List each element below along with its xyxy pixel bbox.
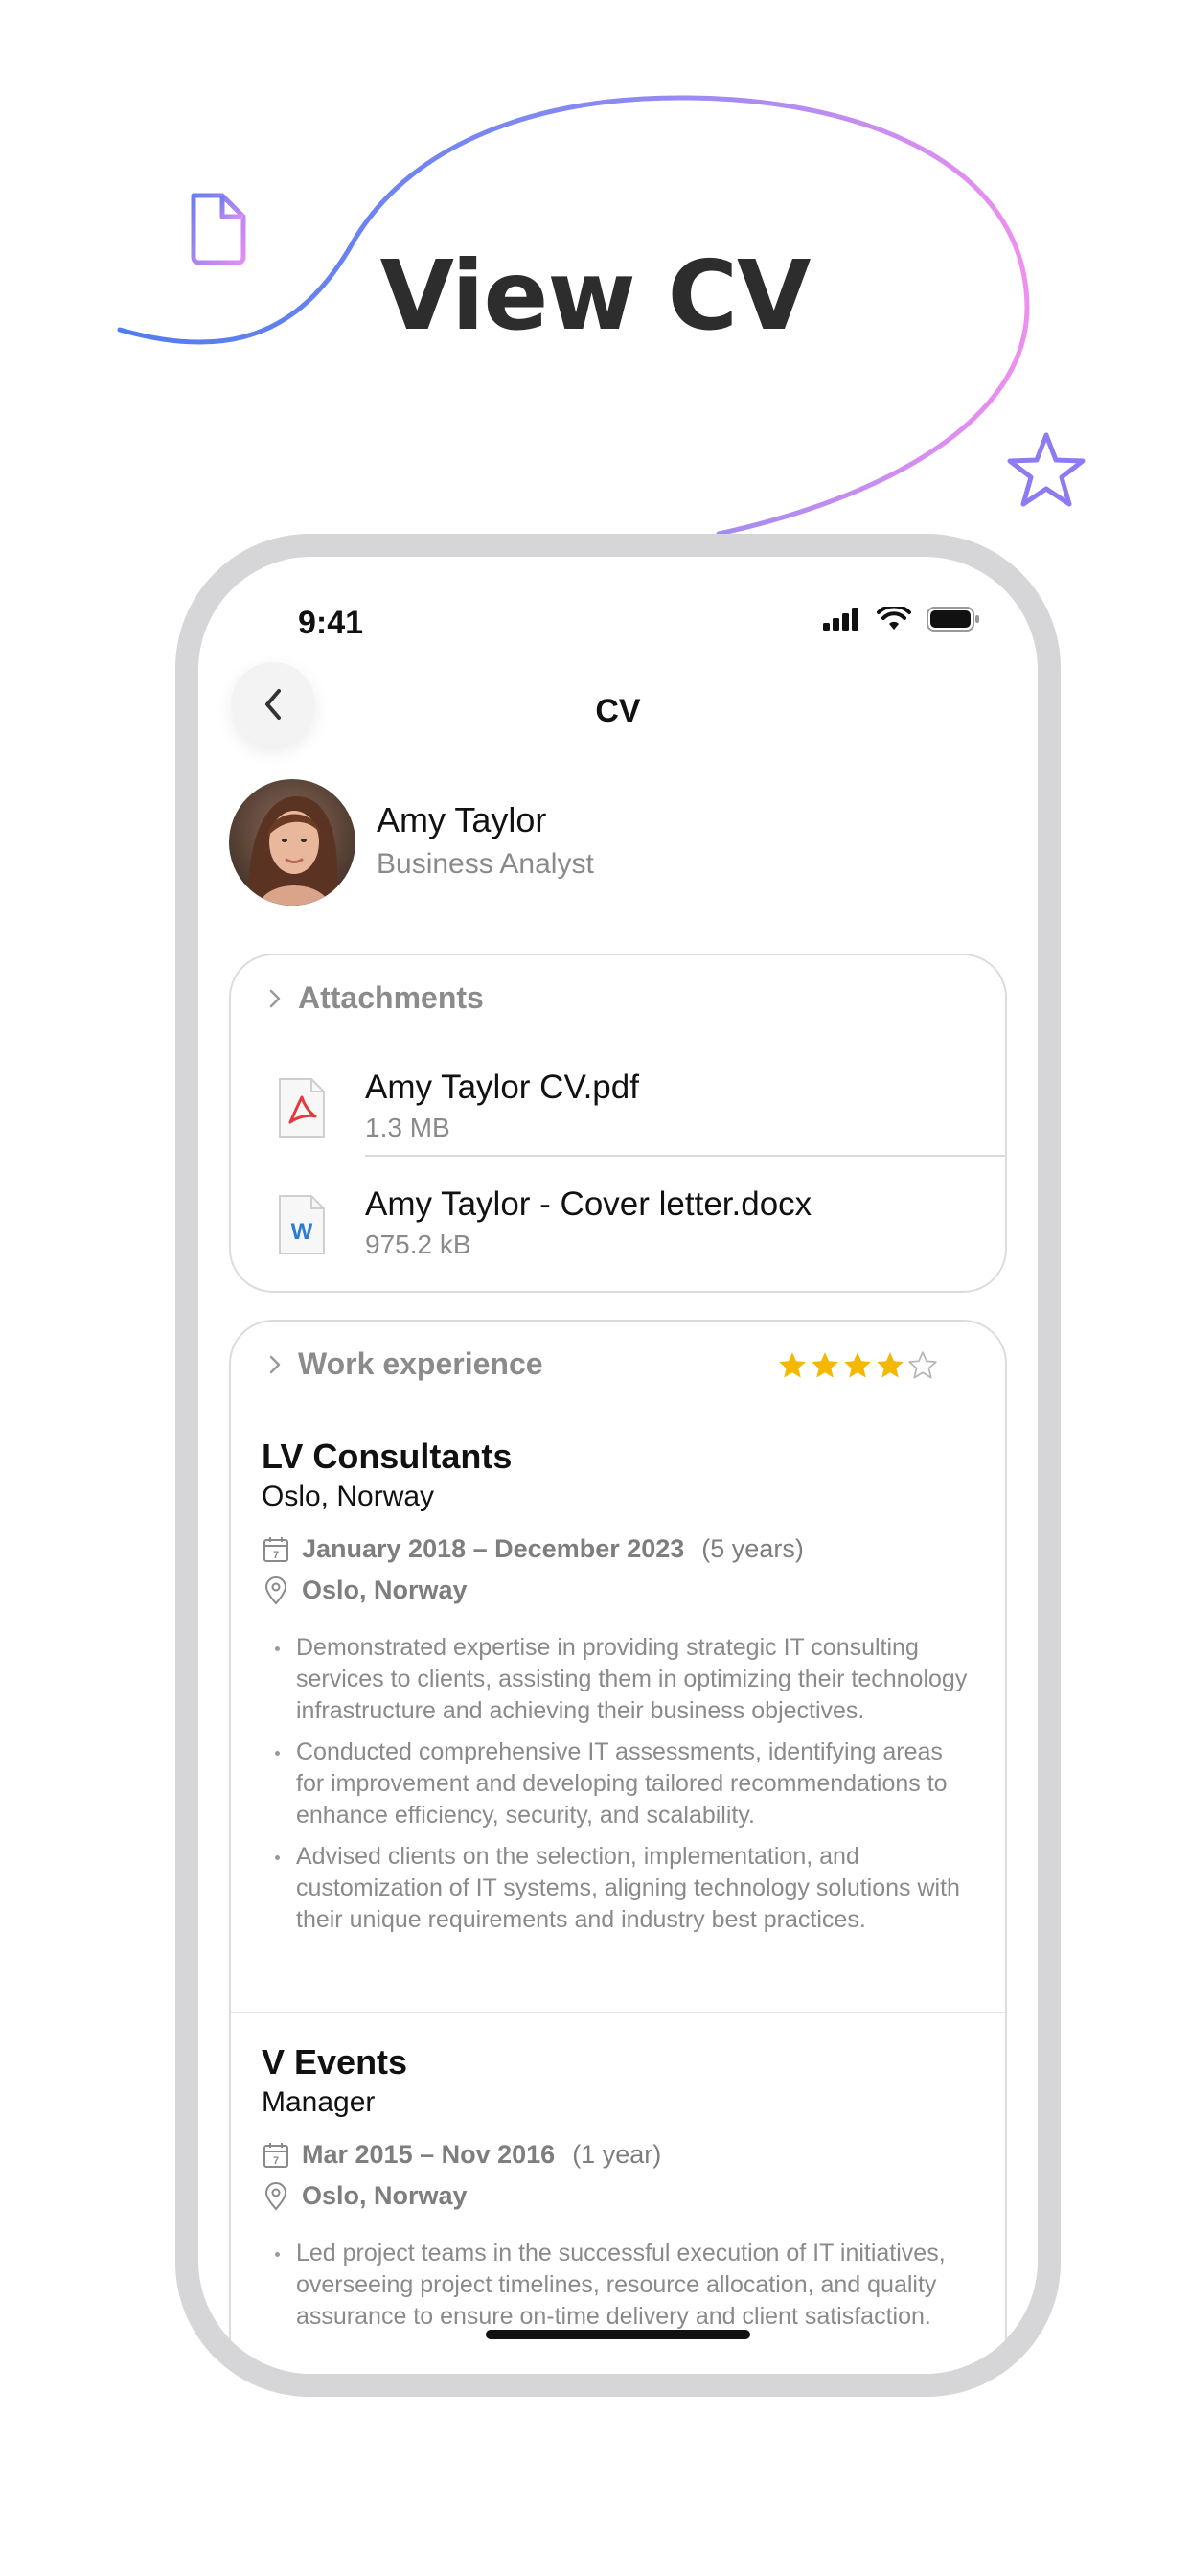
word-file-icon: W [279,1195,325,1254]
page-title: CV [595,693,641,729]
svg-text:W: W [291,1219,313,1245]
phone-screen: 9:41 CV Amy Taylor Business Analyst Atta… [198,557,1038,2374]
svg-text:7: 7 [273,2155,279,2167]
list-item: Advised clients on the selection, implem… [275,1841,974,1936]
job-dates-row: 7 Mar 2015 – Nov 2016 (1 year) [262,2140,974,2170]
job-bullets: Led project teams in the successful exec… [262,2238,974,2333]
phone-frame: 9:41 CV Amy Taylor Business Analyst Atta… [175,534,1061,2397]
chevron-right-icon [269,1355,281,1373]
star-filled-icon [812,1352,838,1378]
job-bullets: Demonstrated expertise in providing stra… [262,1632,974,1936]
attachment-name: Amy Taylor CV.pdf [365,1069,639,1106]
work-experience-title: Work experience [298,1346,543,1381]
attachments-header[interactable]: Attachments [265,980,484,1016]
star-filled-icon [779,1352,806,1378]
signal-icon [823,608,858,631]
work-experience-header[interactable]: Work experience [265,1346,543,1382]
pdf-file-icon [279,1078,325,1138]
job-duration: (5 years) [701,1534,804,1563]
star-filled-icon [877,1352,904,1378]
attachment-row-docx[interactable]: W Amy Taylor - Cover letter.docx 975.2 k… [231,1176,1005,1291]
attachment-row-pdf[interactable]: Amy Taylor CV.pdf 1.3 MB [231,1059,1005,1174]
status-icons [823,607,980,632]
attachment-name: Amy Taylor - Cover letter.docx [365,1185,812,1223]
job-dates: January 2018 – December 2023 [302,1534,685,1563]
job-location: Oslo, Norway [302,2181,468,2210]
job-company: LV Consultants [262,1437,513,1476]
job-divider [231,2012,1005,2013]
chevron-right-icon [269,989,281,1007]
job-location: Oslo, Norway [302,1576,468,1604]
attachments-card: Attachments Amy Taylor CV.pdf 1.3 MB W A… [229,954,1007,1293]
job-dates-row: 7 January 2018 – December 2023 (5 years) [262,1534,974,1564]
job-duration: (1 year) [572,2140,662,2169]
wifi-icon [877,607,911,630]
svg-text:7: 7 [273,1550,279,1561]
attachment-size: 1.3 MB [365,1113,450,1142]
job-dates: Mar 2015 – Nov 2016 [302,2140,556,2169]
star-outline-icon [1007,432,1086,507]
job-location-row: Oslo, Norway [262,1576,974,1605]
attachments-title: Attachments [298,980,484,1015]
calendar-icon: 7 [263,2142,288,2168]
job-entry: LV Consultants Oslo, Norway 7 January 20… [262,1437,974,1945]
profile-role: Business Analyst [377,848,594,880]
job-entry: V Events Manager 7 Mar 2015 – Nov 2016 (… [262,2042,974,2342]
list-item: Demonstrated expertise in providing stra… [275,1632,974,1727]
status-time: 9:41 [298,605,364,641]
job-location-row: Oslo, Norway [262,2181,974,2211]
rating-stars [777,1350,938,1381]
attachment-size: 975.2 kB [365,1230,471,1259]
list-item: Led project teams in the successful exec… [275,2238,974,2333]
location-pin-icon [264,1576,287,1605]
job-subtitle: Oslo, Norway [262,1481,435,1512]
job-subtitle: Manager [262,2086,376,2118]
star-filled-icon [844,1352,871,1378]
job-company: V Events [262,2042,408,2082]
battery-icon [927,607,979,632]
attachment-divider [365,1155,1005,1157]
home-indicator[interactable] [486,2330,750,2339]
calendar-icon: 7 [263,1536,288,1562]
list-item: Conducted comprehensive IT assessments, … [275,1736,974,1831]
location-pin-icon [264,2181,287,2211]
hero-title: View CV [379,240,812,352]
work-experience-card: Work experience LV Consultants Oslo, Nor… [229,1320,1007,2374]
star-empty-icon [908,1351,937,1379]
profile-name: Amy Taylor [377,800,547,840]
avatar [229,779,355,906]
